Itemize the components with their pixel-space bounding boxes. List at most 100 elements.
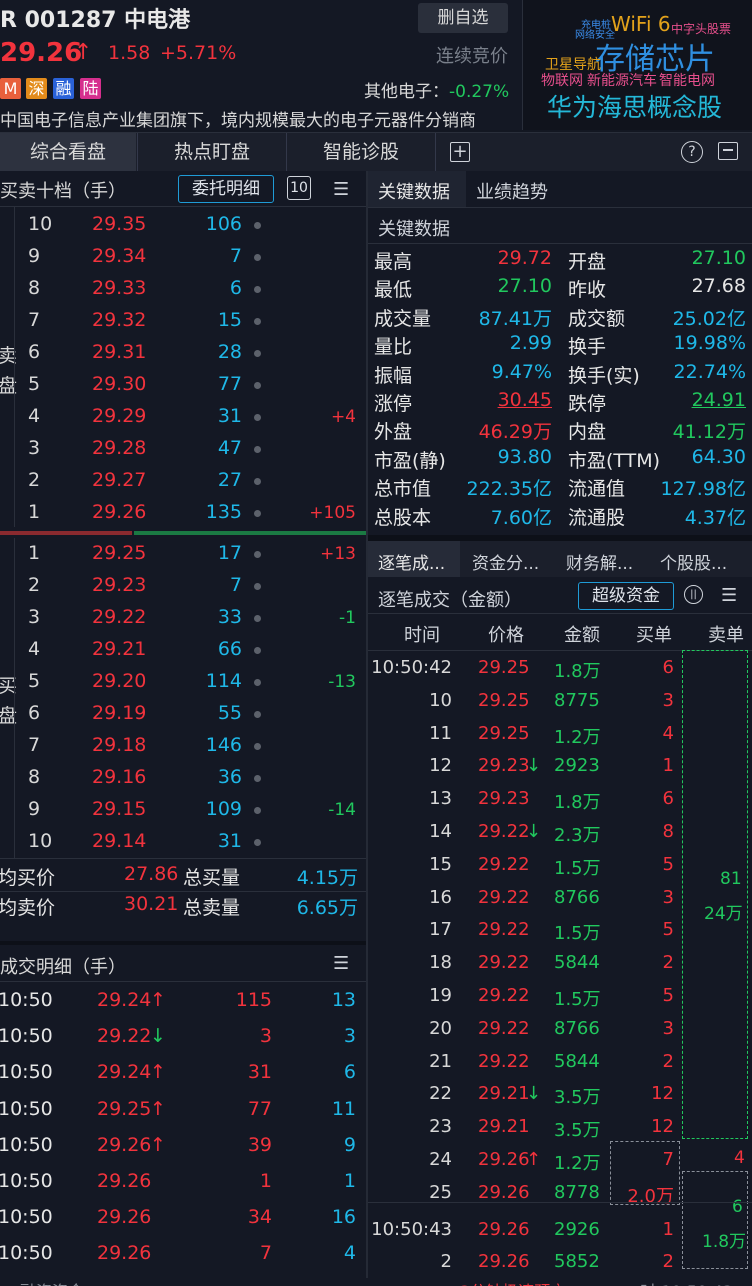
- trade-buy-orders: 6: [662, 657, 674, 678]
- order-volume: 17: [217, 542, 242, 564]
- layout-icon[interactable]: [718, 142, 738, 160]
- orderbook-row[interactable]: 9 29.34 7: [0, 241, 366, 273]
- trade-time: 12: [429, 755, 452, 777]
- trade-amount: 1.5万: [554, 923, 601, 945]
- main-tab-bar: 综合看盘 热点盯盘 智能诊股 + ?: [0, 132, 752, 172]
- deal-volume: 39: [247, 1133, 272, 1156]
- tab-overview[interactable]: 综合看盘: [0, 133, 136, 171]
- help-icon[interactable]: ?: [681, 141, 703, 163]
- orderbook-row[interactable]: 10 29.14 31: [0, 826, 366, 858]
- concept-tag[interactable]: 智能电网: [659, 70, 715, 90]
- deal-row: 10:50 29.22 ↓ 3 3: [0, 1019, 366, 1055]
- trade-amount: 5844: [554, 1050, 600, 1072]
- concept-tag-cloud[interactable]: 充电桩 网络安全 WiFi 6 中字头股票 存储芯片 卫星导航 物联网 新能源汽…: [522, 0, 752, 130]
- orderbook-row[interactable]: 1 29.26 135 +105: [0, 497, 366, 529]
- concept-tag[interactable]: WiFi 6: [611, 12, 671, 36]
- col-buy-orders: 买单: [636, 625, 672, 646]
- sell-order-group: [682, 650, 748, 1139]
- super-fund-button[interactable]: 超级资金: [578, 582, 674, 610]
- order-price: 29.34: [92, 245, 147, 267]
- dot-icon: [254, 647, 261, 654]
- avg-buy-value: 27.86: [124, 863, 179, 885]
- divider: [368, 243, 752, 244]
- order-delta: -1: [339, 608, 356, 628]
- orderbook-row[interactable]: 9 29.15 109 -14: [0, 794, 366, 826]
- concept-tag[interactable]: 华为海思概念股: [547, 88, 722, 124]
- tab-shareholders[interactable]: 个股股...: [660, 549, 727, 574]
- orderbook-row[interactable]: 8 29.33 6: [0, 273, 366, 305]
- menu-icon[interactable]: ☰: [721, 585, 737, 606]
- deal-count: 16: [331, 1206, 356, 1229]
- col-amount: 金额: [564, 625, 600, 646]
- tab-keydata[interactable]: 关键数据: [378, 178, 450, 204]
- tab-fund-distribution[interactable]: 资金分...: [472, 549, 539, 574]
- keydata-value: 27.10: [497, 275, 552, 298]
- divider: [0, 858, 366, 859]
- sector-change[interactable]: 其他电子：-0.27%: [364, 77, 509, 102]
- trade-buy-orders: 3: [662, 689, 674, 711]
- orderbook-row[interactable]: 7 29.18 146: [0, 730, 366, 762]
- orderbook-row[interactable]: 3 29.28 47: [0, 433, 366, 465]
- col-price: 价格: [488, 625, 524, 646]
- tab-tick-trades[interactable]: 逐笔成...: [378, 549, 445, 574]
- divider: [14, 207, 15, 527]
- dot-icon: [254, 414, 261, 421]
- trade-time: 13: [429, 788, 452, 810]
- deal-row: 10:50 29.24 ↑ 31 6: [0, 1055, 366, 1091]
- keydata-subtitle: 关键数据: [378, 219, 450, 240]
- keydata-value: 46.29万: [478, 421, 552, 444]
- keydata-value: 30.45: [497, 389, 552, 411]
- orderbook-row[interactable]: 3 29.22 33 -1: [0, 602, 366, 634]
- menu-icon[interactable]: ☰: [333, 953, 349, 974]
- pause-icon[interactable]: ||: [684, 585, 703, 604]
- concept-tag[interactable]: 物联网: [541, 70, 583, 90]
- trade-time: 18: [429, 952, 452, 974]
- trade-price: 29.23: [478, 788, 530, 810]
- trade-price: 29.23: [478, 755, 530, 777]
- orderbook-row[interactable]: 5 29.20 114 -13: [0, 666, 366, 698]
- level: 5: [28, 670, 41, 692]
- order-volume: 33: [217, 606, 242, 628]
- divider: [0, 206, 366, 207]
- price-up-arrow-icon: ↑: [74, 40, 93, 65]
- orderbook-row[interactable]: 8 29.16 36: [0, 762, 366, 794]
- orderbook-row[interactable]: 4 29.21 66: [0, 634, 366, 666]
- orderbook-row[interactable]: 10 29.35 106: [0, 209, 366, 241]
- deal-count: 11: [331, 1097, 356, 1120]
- direction-arrow-icon: ↑: [150, 1133, 166, 1156]
- divider: [368, 1202, 752, 1203]
- keydata-value: 87.41万: [478, 307, 552, 330]
- remove-watchlist-button[interactable]: 删自选: [418, 3, 508, 33]
- orderbook-row[interactable]: 5 29.30 77: [0, 369, 366, 401]
- divider: [14, 538, 15, 858]
- tab-financials[interactable]: 财务解...: [566, 549, 633, 574]
- orderbook-row[interactable]: 6 29.19 55: [0, 698, 366, 730]
- order-volume: 109: [205, 798, 242, 820]
- order-price: 29.29: [92, 405, 147, 427]
- keydata-value: 64.30: [691, 445, 746, 468]
- tab-diagnosis[interactable]: 智能诊股: [286, 133, 436, 171]
- trade-buy-orders: 8: [662, 821, 674, 842]
- concept-tag[interactable]: 新能源汽车: [587, 70, 657, 90]
- orderbook-row[interactable]: 2 29.27 27: [0, 465, 366, 497]
- keydata-value: 7.60亿: [490, 506, 552, 529]
- orderbook-row[interactable]: 1 29.25 17 +13: [0, 538, 366, 570]
- order-delta: +13: [320, 544, 356, 564]
- ten-level-toggle[interactable]: 10: [287, 176, 311, 200]
- trade-time: 10:50:42: [371, 657, 452, 678]
- tab-hotspot[interactable]: 热点盯盘: [137, 133, 286, 171]
- orderbook-row[interactable]: 4 29.29 31 +4: [0, 401, 366, 433]
- add-tab-icon[interactable]: +: [450, 142, 470, 162]
- orderbook-row[interactable]: 7 29.32 15: [0, 305, 366, 337]
- footer-promo[interactable]: 3分钟极速预充: [460, 1278, 566, 1286]
- keydata-value: 127.98亿: [660, 478, 746, 501]
- menu-icon[interactable]: ☰: [333, 179, 349, 200]
- deal-count: 3: [343, 1025, 356, 1048]
- orderbook-row[interactable]: 2 29.23 7: [0, 570, 366, 602]
- order-detail-button[interactable]: 委托明细: [178, 175, 274, 203]
- orderbook-row[interactable]: 6 29.31 28: [0, 337, 366, 369]
- dot-icon: [254, 254, 261, 261]
- tab-performance[interactable]: 业绩趋势: [476, 178, 548, 204]
- divider: [0, 981, 366, 982]
- deal-count: 6: [343, 1061, 356, 1084]
